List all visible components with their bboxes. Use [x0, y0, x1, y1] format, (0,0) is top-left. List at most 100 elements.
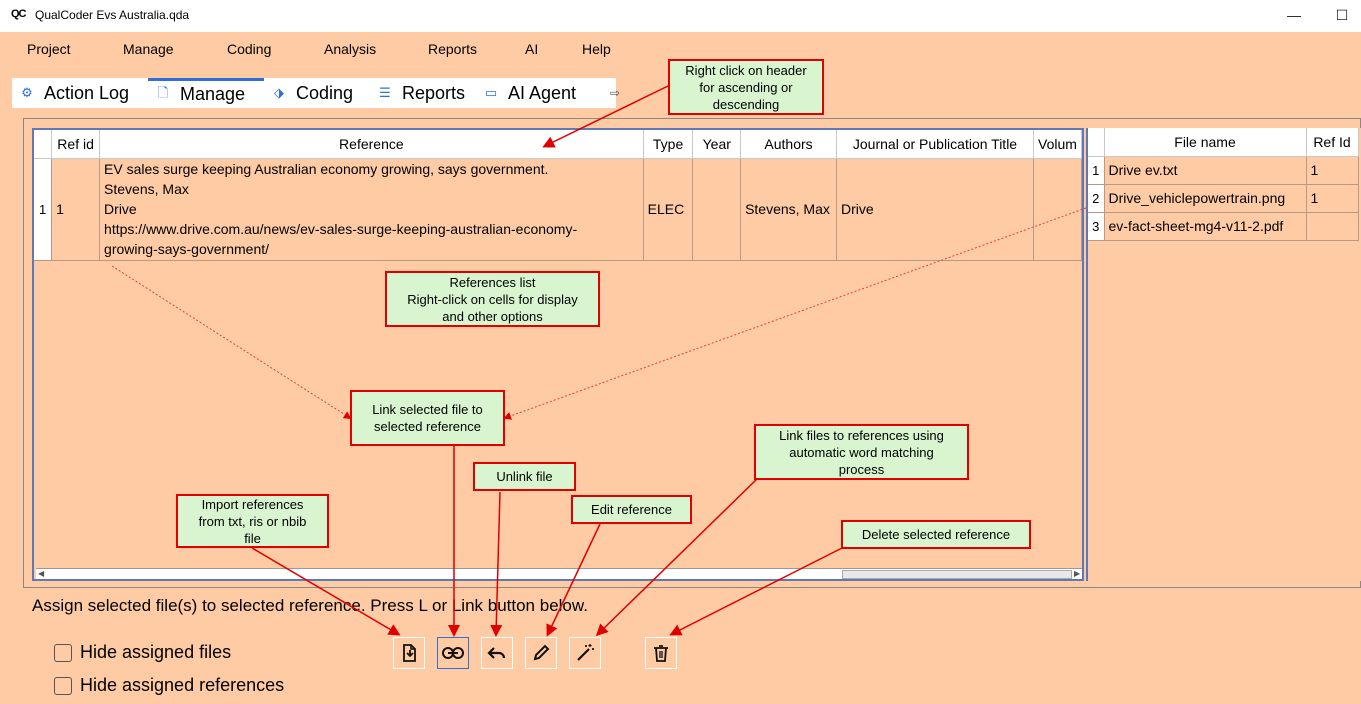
- callout-line: selected reference: [374, 419, 481, 434]
- undo-icon: [487, 647, 506, 659]
- column-header-file-name[interactable]: File name: [1104, 128, 1307, 157]
- maximize-button[interactable]: ☐: [1328, 4, 1356, 26]
- callout-line: Edit reference: [591, 502, 672, 517]
- callout-line: from txt, ris or nbib: [198, 513, 307, 529]
- tab-label: AI Agent: [508, 82, 577, 103]
- checkbox-box[interactable]: [54, 643, 72, 662]
- trash-icon: [654, 645, 668, 662]
- tag-icon: ⬗: [274, 85, 284, 100]
- hide-assigned-references-checkbox[interactable]: Hide assigned references: [54, 675, 284, 696]
- callout-delete: Delete selected reference: [841, 520, 1031, 549]
- cell-journal[interactable]: Drive: [836, 158, 1035, 261]
- unlink-file-button[interactable]: [481, 637, 513, 669]
- callout-line: Right-click on cells for display: [407, 291, 578, 307]
- callout-line: Import references: [201, 496, 304, 512]
- window-title: QualCoder Evs Australia.qda: [35, 8, 190, 22]
- cell-type[interactable]: ELEC: [643, 158, 694, 261]
- reference-source: Drive: [104, 201, 137, 217]
- column-header-authors[interactable]: Authors: [740, 130, 837, 159]
- tab-scroll-right-icon[interactable]: ⇨: [610, 86, 620, 100]
- list-icon: ☰: [379, 85, 391, 100]
- cell-authors[interactable]: Stevens, Max: [740, 158, 837, 261]
- cell-ref-id[interactable]: 1: [1306, 156, 1359, 185]
- files-grid: File name Ref Id 1 Drive ev.txt 1 2 Driv…: [1088, 128, 1359, 241]
- edit-reference-button[interactable]: [525, 637, 557, 669]
- auto-link-button[interactable]: [569, 637, 601, 669]
- tab-label: Reports: [402, 82, 466, 103]
- column-header-type[interactable]: Type: [643, 130, 694, 159]
- link-icon: [442, 647, 464, 659]
- callout-line: file: [244, 530, 261, 546]
- row-header[interactable]: 1: [1088, 156, 1105, 185]
- scrollbar-thumb[interactable]: [842, 570, 1072, 579]
- delete-reference-button[interactable]: [645, 637, 677, 669]
- callout-line: and other options: [442, 308, 543, 324]
- callout-line: Link files to references using: [779, 427, 944, 443]
- tab-manage[interactable]: 🗋 Manage: [148, 78, 264, 108]
- files-table[interactable]: File name Ref Id 1 Drive ev.txt 1 2 Driv…: [1086, 128, 1361, 581]
- table-row[interactable]: 3 ev-fact-sheet-mg4-v11-2.pdf: [1088, 212, 1359, 241]
- callout-line: process: [838, 461, 885, 477]
- menu-ai[interactable]: AI: [525, 41, 538, 57]
- cell-file-name[interactable]: Drive_vehiclepowertrain.png: [1104, 184, 1307, 213]
- tab-bar: ⚙ Action Log 🗋 Manage ⬗ Coding ☰ Reports…: [12, 78, 620, 108]
- tab-action-log[interactable]: ⚙ Action Log: [20, 78, 150, 108]
- corner-cell[interactable]: [1088, 128, 1105, 157]
- table-row[interactable]: 2 Drive_vehiclepowertrain.png 1: [1088, 184, 1359, 213]
- column-header-volume[interactable]: Volum: [1033, 130, 1082, 159]
- cell-ref-id[interactable]: [1306, 212, 1359, 241]
- row-header[interactable]: 3: [1088, 212, 1105, 241]
- column-header-reference[interactable]: Reference: [99, 130, 644, 159]
- menu-reports[interactable]: Reports: [428, 41, 477, 57]
- status-text: Assign selected file(s) to selected refe…: [32, 596, 588, 615]
- column-header-year[interactable]: Year: [692, 130, 742, 159]
- chat-icon: ▭: [484, 85, 498, 100]
- cell-reference[interactable]: EV sales surge keeping Australian econom…: [99, 158, 644, 261]
- callout-unlink: Unlink file: [473, 462, 576, 491]
- gear-icon: ⚙: [21, 85, 33, 100]
- tab-label: Manage: [180, 84, 246, 104]
- cell-file-name[interactable]: ev-fact-sheet-mg4-v11-2.pdf: [1104, 212, 1307, 241]
- reference-url: https://www.drive.com.au/news/ev-sales-s…: [104, 221, 578, 237]
- minimize-button[interactable]: —: [1280, 4, 1308, 26]
- callout-line: References list: [449, 274, 536, 290]
- scroll-left-icon[interactable]: ◀: [38, 569, 44, 578]
- cell-year[interactable]: [692, 158, 742, 261]
- tab-ai-agent[interactable]: ▭ AI Agent: [484, 78, 604, 108]
- title-bar: QC QualCoder Evs Australia.qda — ☐: [0, 0, 1361, 32]
- corner-cell[interactable]: [34, 130, 53, 159]
- column-header-ref-id[interactable]: Ref id: [51, 130, 101, 159]
- row-header[interactable]: 2: [1088, 184, 1105, 213]
- cell-volume[interactable]: [1033, 158, 1082, 261]
- table-row[interactable]: 1 1 EV sales surge keeping Australian ec…: [34, 158, 1082, 261]
- menu-coding[interactable]: Coding: [227, 41, 271, 57]
- magic-wand-icon: [577, 644, 594, 661]
- column-header-ref-id[interactable]: Ref Id: [1306, 128, 1359, 157]
- callout-header-sort: Right click on header for ascending or d…: [668, 59, 824, 115]
- menu-help[interactable]: Help: [582, 41, 611, 57]
- checkbox-label: Hide assigned files: [80, 642, 232, 662]
- scroll-right-icon[interactable]: ▶: [1074, 569, 1080, 578]
- row-header[interactable]: 1: [34, 158, 53, 261]
- menu-analysis[interactable]: Analysis: [324, 41, 376, 57]
- horizontal-scrollbar[interactable]: ◀ ▶: [36, 568, 1082, 579]
- link-file-button[interactable]: [437, 637, 469, 669]
- reference-title: EV sales surge keeping Australian econom…: [104, 161, 549, 177]
- hide-assigned-files-checkbox[interactable]: Hide assigned files: [54, 642, 231, 663]
- callout-line: Delete selected reference: [861, 527, 1011, 542]
- cell-ref-id[interactable]: 1: [1306, 184, 1359, 213]
- tab-coding[interactable]: ⬗ Coding: [272, 78, 372, 108]
- table-row[interactable]: 1 Drive ev.txt 1: [1088, 156, 1359, 185]
- cell-file-name[interactable]: Drive ev.txt: [1104, 156, 1307, 185]
- checkbox-label: Hide assigned references: [80, 675, 285, 695]
- column-header-journal[interactable]: Journal or Publication Title: [836, 130, 1035, 159]
- checkbox-box[interactable]: [54, 676, 72, 695]
- callout-edit: Edit reference: [571, 495, 692, 524]
- callout-line: Unlink file: [496, 469, 553, 484]
- menu-project[interactable]: Project: [27, 41, 71, 57]
- menu-manage[interactable]: Manage: [123, 41, 174, 57]
- tab-reports[interactable]: ☰ Reports: [378, 78, 482, 108]
- callout-import: Import references from txt, ris or nbib …: [176, 494, 329, 548]
- cell-ref-id[interactable]: 1: [51, 158, 101, 261]
- import-references-button[interactable]: [393, 637, 425, 669]
